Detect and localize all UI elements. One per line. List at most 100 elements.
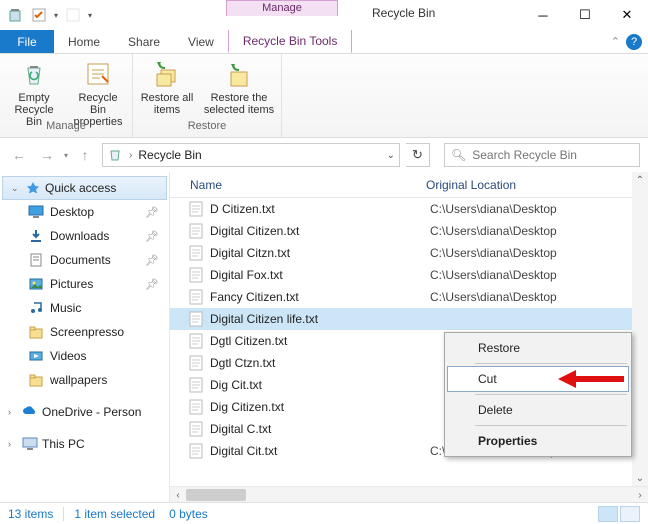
empty-recycle-bin-button[interactable]: Empty Recycle Bin: [6, 56, 62, 120]
recycle-bin-empty-icon: [18, 58, 50, 90]
thumbnails-view-button[interactable]: [620, 506, 640, 522]
refresh-button[interactable]: ↻: [406, 143, 430, 167]
address-bar[interactable]: › Recycle Bin ⌄: [102, 143, 400, 167]
context-restore[interactable]: Restore: [447, 335, 629, 361]
address-dropdown-icon[interactable]: ⌄: [387, 150, 395, 161]
column-name[interactable]: Name: [170, 178, 420, 192]
recycle-bin-properties-button[interactable]: Recycle Bin properties: [70, 56, 126, 120]
label: Downloads: [50, 229, 109, 243]
horizontal-scrollbar[interactable]: ‹ ›: [170, 486, 648, 502]
ribbon-body: Empty Recycle Bin Recycle Bin properties…: [0, 54, 648, 138]
ribbon-collapse-icon[interactable]: ⌃: [611, 35, 620, 48]
separator: [63, 507, 64, 521]
file-name: Dig Cit.txt: [210, 378, 430, 392]
file-icon: [188, 311, 204, 327]
file-name: Digital Fox.txt: [210, 268, 430, 282]
scroll-thumb[interactable]: [186, 489, 246, 501]
expand-icon[interactable]: ⌄: [11, 183, 21, 194]
sidebar-item[interactable]: wallpapers: [0, 368, 169, 392]
folder-icon: [28, 252, 44, 268]
file-row[interactable]: D Citizen.txtC:\Users\diana\Desktop: [170, 198, 648, 220]
tab-view[interactable]: View: [174, 30, 228, 53]
restore-all-button[interactable]: Restore all items: [139, 56, 195, 120]
sidebar-onedrive[interactable]: › OneDrive - Person: [0, 400, 169, 424]
scroll-left-icon[interactable]: ‹: [170, 487, 186, 503]
breadcrumb[interactable]: Recycle Bin: [138, 148, 201, 162]
tab-recycle-bin-tools[interactable]: Recycle Bin Tools: [228, 30, 353, 53]
tab-home[interactable]: Home: [54, 30, 114, 53]
context-delete[interactable]: Delete: [447, 397, 629, 423]
context-properties[interactable]: Properties: [447, 428, 629, 454]
folder-icon: [28, 300, 44, 316]
sidebar-item[interactable]: Downloads📌︎: [0, 224, 169, 248]
up-button[interactable]: ↑: [74, 144, 96, 166]
sidebar-item[interactable]: Desktop📌︎: [0, 200, 169, 224]
history-dropdown-icon[interactable]: ▾: [64, 151, 68, 160]
label: wallpapers: [50, 373, 107, 387]
file-name: Digital C.txt: [210, 422, 430, 436]
properties-icon: [82, 58, 114, 90]
ribbon-tabs: File Home Share View Recycle Bin Tools ⌃…: [0, 30, 648, 54]
context-cut[interactable]: Cut: [447, 366, 629, 392]
file-icon: [188, 421, 204, 437]
cloud-icon: [22, 404, 38, 420]
ribbon-group-manage: Empty Recycle Bin Recycle Bin properties…: [0, 54, 133, 137]
file-name: Digital Citizen.txt: [210, 224, 430, 238]
file-row[interactable]: Fancy Citizen.txtC:\Users\diana\Desktop: [170, 286, 648, 308]
folder-icon: [28, 372, 44, 388]
sidebar-item[interactable]: Documents📌︎: [0, 248, 169, 272]
file-name: Digital Citzn.txt: [210, 246, 430, 260]
ribbon-group-restore: Restore all items Restore the selected i…: [133, 54, 282, 137]
file-row[interactable]: Digital Fox.txtC:\Users\diana\Desktop: [170, 264, 648, 286]
tab-share[interactable]: Share: [114, 30, 174, 53]
sidebar-item[interactable]: Pictures📌︎: [0, 272, 169, 296]
scroll-down-icon[interactable]: ⌄: [632, 470, 648, 486]
expand-icon[interactable]: ›: [8, 439, 18, 449]
maximize-button[interactable]: ☐: [564, 1, 606, 29]
title-bar: ▾ ▾ Manage Recycle Bin ─ ☐ ✕: [0, 0, 648, 30]
sidebar-this-pc[interactable]: › This PC: [0, 432, 169, 456]
window-title: Recycle Bin: [372, 6, 435, 20]
qat-undo-icon[interactable]: [64, 6, 82, 24]
breadcrumb-chevron-icon[interactable]: ›: [129, 150, 132, 161]
details-view-button[interactable]: [598, 506, 618, 522]
scroll-right-icon[interactable]: ›: [632, 487, 648, 503]
scroll-up-icon[interactable]: ⌃: [632, 172, 648, 188]
file-row[interactable]: Digital Citzn.txtC:\Users\diana\Desktop: [170, 242, 648, 264]
forward-button[interactable]: →: [36, 144, 58, 166]
sidebar-item[interactable]: Videos: [0, 344, 169, 368]
file-row[interactable]: Digital Citizen life.txt: [170, 308, 648, 330]
column-original-location[interactable]: Original Location: [420, 178, 648, 192]
file-location: C:\Users\diana\Desktop: [430, 246, 648, 260]
file-location: C:\Users\diana\Desktop: [430, 202, 648, 216]
file-name: Dig Citizen.txt: [210, 400, 430, 414]
file-name: Digital Citizen life.txt: [210, 312, 430, 326]
search-box[interactable]: 🔍︎: [444, 143, 640, 167]
recycle-bin-icon: [107, 147, 123, 163]
help-icon[interactable]: ?: [626, 34, 642, 50]
expand-icon[interactable]: ›: [8, 407, 18, 417]
group-label: Restore: [188, 120, 227, 134]
sidebar-item[interactable]: Music: [0, 296, 169, 320]
file-icon: [188, 399, 204, 415]
restore-selected-button[interactable]: Restore the selected items: [203, 56, 275, 120]
qat-customize-icon[interactable]: ▾: [88, 11, 92, 20]
search-input[interactable]: [472, 148, 633, 162]
folder-icon: [28, 324, 44, 340]
tab-file[interactable]: File: [0, 30, 54, 53]
file-location: C:\Users\diana\Desktop: [430, 290, 648, 304]
star-icon: [25, 180, 41, 196]
vertical-scrollbar[interactable]: ⌃ ⌄: [632, 172, 648, 486]
file-row[interactable]: Digital Citizen.txtC:\Users\diana\Deskto…: [170, 220, 648, 242]
qat-properties-icon[interactable]: [30, 6, 48, 24]
back-button[interactable]: ←: [8, 144, 30, 166]
file-name: Fancy Citizen.txt: [210, 290, 430, 304]
file-location: C:\Users\diana\Desktop: [430, 224, 648, 238]
minimize-button[interactable]: ─: [522, 1, 564, 29]
sidebar-item[interactable]: Screenpresso: [0, 320, 169, 344]
separator: [475, 394, 627, 395]
close-button[interactable]: ✕: [606, 1, 648, 29]
qat-dropdown-icon[interactable]: ▾: [54, 11, 58, 20]
sidebar-quick-access[interactable]: ⌄ Quick access: [2, 176, 167, 200]
separator: [475, 363, 627, 364]
